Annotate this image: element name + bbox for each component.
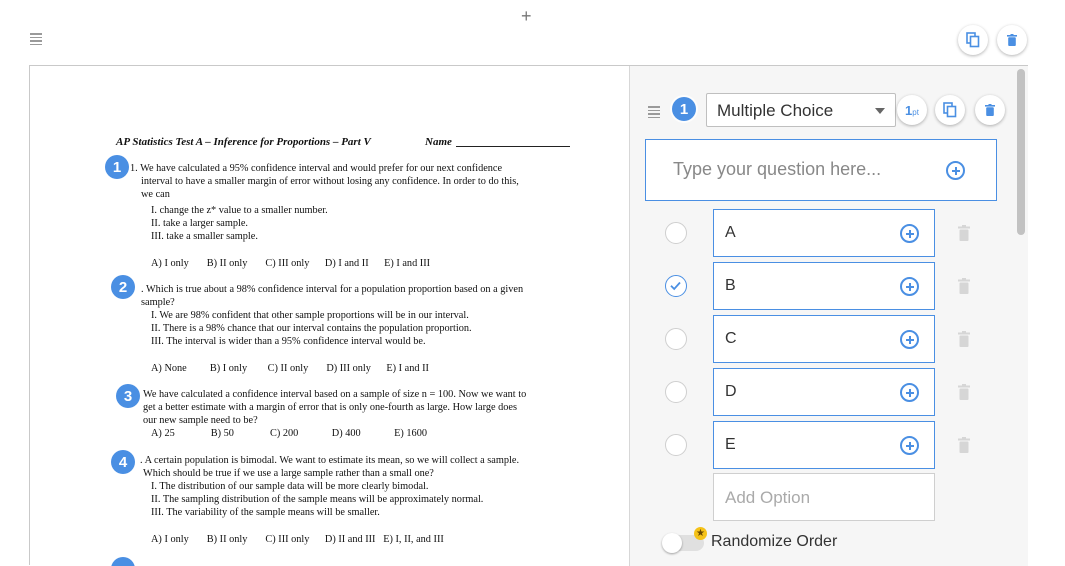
- points-unit: pt: [912, 108, 919, 117]
- question-text-input[interactable]: Type your question here...: [645, 139, 997, 201]
- name-line: [456, 146, 570, 147]
- add-media-icon[interactable]: [946, 161, 965, 180]
- points-button[interactable]: 1 pt: [897, 95, 927, 125]
- question-number-badge: 1: [672, 97, 696, 121]
- question-type-value: Multiple Choice: [717, 101, 834, 120]
- q4-line: Which should be true if we use a large s…: [143, 468, 434, 479]
- scrollbar[interactable]: [1014, 66, 1028, 566]
- option-label: D: [725, 383, 737, 400]
- question-marker[interactable]: 4: [111, 450, 135, 474]
- trash-icon[interactable]: [958, 331, 970, 347]
- trash-icon[interactable]: [958, 384, 970, 400]
- delete-section-button[interactable]: [997, 25, 1027, 55]
- option-radio[interactable]: [665, 381, 687, 403]
- option-label: A: [725, 224, 736, 241]
- drag-handle-icon[interactable]: [648, 106, 660, 120]
- add-circle-icon[interactable]: [900, 436, 919, 455]
- question-type-select[interactable]: Multiple Choice: [706, 93, 896, 127]
- trash-icon[interactable]: [958, 278, 970, 294]
- q1-option-line: I. change the z* value to a smaller numb…: [151, 205, 328, 216]
- trash-icon: [1007, 34, 1017, 46]
- option-input[interactable]: E: [713, 421, 935, 469]
- toggle-knob: [662, 533, 682, 553]
- add-circle-icon[interactable]: [900, 383, 919, 402]
- q1-line: 1. We have calculated a 95% confidence i…: [130, 163, 503, 174]
- q4-option-line: III. The variability of the sample means…: [151, 507, 380, 518]
- add-circle-icon[interactable]: [900, 277, 919, 296]
- trash-icon[interactable]: [958, 225, 970, 241]
- option-radio[interactable]: [665, 434, 687, 456]
- add-circle-icon[interactable]: [900, 330, 919, 349]
- q4-option-line: II. The sampling distribution of the sam…: [151, 494, 484, 505]
- option-input[interactable]: A: [713, 209, 935, 257]
- copy-icon: [966, 32, 980, 48]
- option-radio[interactable]: [665, 328, 687, 350]
- q4-option-line: I. The distribution of our sample data w…: [151, 481, 429, 492]
- q3-line: our new sample need to be?: [143, 415, 258, 426]
- q3-answers: A) 25 B) 50 C) 200 D) 400 E) 1600: [151, 428, 427, 439]
- star-icon: ★: [694, 527, 707, 540]
- add-option-placeholder: Add Option: [725, 488, 811, 507]
- q3-line: We have calculated a confidence interval…: [143, 389, 527, 400]
- chevron-down-icon: [875, 108, 885, 114]
- option-input[interactable]: D: [713, 368, 935, 416]
- checkmark-icon: [670, 281, 681, 291]
- q2-answers: A) None B) I only C) II only D) III only…: [151, 363, 429, 374]
- q2-line: sample?: [141, 297, 175, 308]
- q1-line: interval to have a smaller margin of err…: [141, 176, 519, 187]
- name-label: Name: [425, 136, 452, 148]
- trash-icon: [985, 104, 995, 116]
- trash-icon[interactable]: [958, 437, 970, 453]
- add-circle-icon[interactable]: [900, 224, 919, 243]
- q1-option-line: II. take a larger sample.: [151, 218, 249, 229]
- question-marker[interactable]: 1: [105, 155, 129, 179]
- q3-line: get a better estimate with a margin of e…: [143, 402, 518, 413]
- duplicate-section-button[interactable]: [958, 25, 988, 55]
- q2-line: . Which is true about a 98% confidence i…: [141, 284, 524, 295]
- assessment-editor: AP Statistics Test A – Inference for Pro…: [29, 65, 1028, 566]
- option-radio-checked[interactable]: [665, 275, 687, 297]
- q2-option-line: II. There is a 98% chance that our inter…: [151, 323, 472, 334]
- question-marker[interactable]: 2: [111, 275, 135, 299]
- scrollbar-thumb[interactable]: [1017, 69, 1025, 235]
- option-label: B: [725, 277, 736, 294]
- q1-option-line: III. take a smaller sample.: [151, 231, 258, 242]
- points-value: 1: [905, 102, 913, 118]
- delete-question-button[interactable]: [975, 95, 1005, 125]
- question-placeholder: Type your question here...: [673, 159, 882, 179]
- question-marker[interactable]: 3: [116, 384, 140, 408]
- document-preview: AP Statistics Test A – Inference for Pro…: [30, 66, 629, 566]
- q1-answers: A) I only B) II only C) III only D) I an…: [151, 258, 431, 269]
- q4-line: . A certain population is bimodal. We wa…: [140, 455, 520, 466]
- option-label: C: [725, 330, 737, 347]
- duplicate-question-button[interactable]: [935, 95, 965, 125]
- q4-answers: A) I only B) II only C) III only D) II a…: [151, 534, 444, 545]
- add-section-button[interactable]: +: [521, 4, 532, 28]
- option-input[interactable]: C: [713, 315, 935, 363]
- option-label: E: [725, 436, 736, 453]
- copy-icon: [943, 102, 957, 118]
- document-header: AP Statistics Test A – Inference for Pro…: [116, 136, 371, 148]
- q2-option-line: III. The interval is wider than a 95% co…: [151, 336, 426, 347]
- q1-line: we can: [141, 189, 170, 200]
- add-option-input[interactable]: Add Option: [713, 473, 935, 521]
- question-marker[interactable]: [111, 557, 135, 566]
- option-radio[interactable]: [665, 222, 687, 244]
- q2-option-line: I. We are 98% confident that other sampl…: [151, 310, 469, 321]
- question-editor-panel: 1 Multiple Choice 1 pt Type your question…: [630, 66, 1014, 566]
- randomize-label: Randomize Order: [711, 533, 838, 550]
- option-input[interactable]: B: [713, 262, 935, 310]
- drag-handle-icon[interactable]: [30, 33, 42, 47]
